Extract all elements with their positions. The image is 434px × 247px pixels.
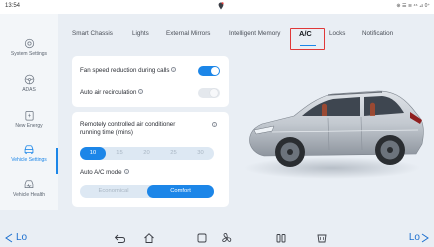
remote-ac-label-line1: Remotely controlled air conditioner — [80, 121, 176, 128]
tab-notification[interactable]: Notification — [362, 30, 393, 37]
tab-intelligent-memory[interactable]: Intelligent Memory — [229, 30, 280, 37]
recent-apps-icon[interactable] — [196, 232, 208, 244]
tab-locks[interactable]: Locks — [329, 30, 345, 37]
sidebar-item-label: ADAS — [22, 87, 36, 93]
tab-smart-chassis[interactable]: Smart Chassis — [72, 30, 113, 37]
remote-ac-label-line2: running time (mins) — [80, 129, 133, 136]
sidebar-item-adas[interactable]: ADAS — [0, 74, 58, 108]
runtime-selector: 10 15 20 25 30 — [80, 147, 214, 160]
temperature-left[interactable]: Lo — [16, 232, 27, 243]
runtime-option-20[interactable]: 20 — [133, 147, 160, 160]
runtime-option-30[interactable]: 30 — [187, 147, 214, 160]
fan-speed-row-label: Fan speed reduction during calls i — [80, 67, 177, 74]
tab-active-underline — [300, 45, 316, 47]
sidebar-item-label: New Energy — [15, 123, 43, 129]
sidebar-item-label: Vehicle Settings — [11, 157, 47, 163]
toggle-knob — [210, 89, 218, 97]
call-air-settings-card: Fan speed reduction during calls i Auto a… — [72, 56, 229, 107]
seat-heating-icon[interactable] — [275, 232, 287, 244]
vehicle-illustration — [232, 60, 432, 195]
info-icon[interactable]: i — [212, 122, 217, 127]
temp-up-right-chevron-icon[interactable] — [420, 233, 430, 243]
sidebar-item-label: Vehicle Health — [13, 192, 45, 198]
gear-icon — [24, 38, 34, 49]
temperature-right[interactable]: Lo — [409, 232, 420, 243]
sidebar-item-system-settings[interactable]: System Settings — [0, 38, 58, 72]
auto-ac-row-label: Auto A/C mode i — [80, 169, 129, 176]
air-recirc-row-label: Auto air recirculation i — [80, 89, 144, 96]
bottom-bar: Lo Lo — [0, 228, 434, 247]
fan-icon[interactable] — [221, 232, 233, 244]
status-icons: ⊕ ☰ ≋ ⁴⁶ ⊿ 0⁺ — [396, 3, 430, 9]
sidebar-item-label: System Settings — [10, 51, 48, 57]
remote-ac-card: Remotely controlled air conditioner runn… — [72, 112, 229, 207]
tab-external-mirrors[interactable]: External Mirrors — [166, 30, 210, 37]
car-icon — [24, 145, 34, 154]
status-time: 13:54 — [5, 3, 21, 9]
auto-ac-option-economical[interactable]: Economical — [80, 185, 147, 198]
battery-icon — [24, 111, 34, 121]
tab-lights[interactable]: Lights — [132, 30, 149, 37]
temp-down-left-chevron-icon[interactable] — [4, 233, 14, 243]
auto-ac-option-comfort[interactable]: Comfort — [147, 185, 214, 198]
air-recirc-toggle[interactable] — [198, 88, 220, 98]
runtime-option-25[interactable]: 25 — [160, 147, 187, 160]
status-bar: 13:54 ⊕ ☰ ≋ ⁴⁶ ⊿ 0⁺ — [0, 0, 434, 14]
toggle-knob — [211, 67, 219, 75]
sidebar-item-vehicle-settings[interactable]: Vehicle Settings — [0, 144, 58, 178]
tab-highlight-box — [290, 28, 325, 50]
tab-bar: Smart Chassis Lights External Mirrors In… — [62, 29, 434, 44]
info-icon[interactable]: i — [171, 67, 177, 72]
sidebar: System Settings ADAS New Energy Vehicle … — [0, 14, 58, 210]
info-icon[interactable]: i — [123, 169, 129, 174]
runtime-option-10[interactable]: 10 — [80, 147, 106, 160]
air-recirc-label: Auto air recirculation — [80, 89, 137, 96]
suv-image — [244, 90, 424, 179]
info-icon[interactable]: i — [138, 89, 144, 94]
steering-wheel-icon — [24, 74, 34, 85]
sidebar-item-vehicle-health[interactable]: Vehicle Health — [0, 179, 58, 213]
defrost-icon[interactable] — [316, 232, 328, 244]
fan-speed-toggle[interactable] — [198, 66, 220, 76]
auto-ac-mode-selector: Economical Comfort — [80, 185, 214, 198]
car-health-icon — [24, 180, 34, 188]
home-icon[interactable] — [143, 232, 155, 244]
location-pin-icon — [218, 2, 224, 10]
auto-ac-label: Auto A/C mode — [80, 169, 122, 176]
back-icon[interactable] — [114, 232, 126, 244]
runtime-option-15[interactable]: 15 — [106, 147, 133, 160]
fan-speed-label: Fan speed reduction during calls — [80, 67, 170, 74]
sidebar-item-new-energy[interactable]: New Energy — [0, 110, 58, 144]
